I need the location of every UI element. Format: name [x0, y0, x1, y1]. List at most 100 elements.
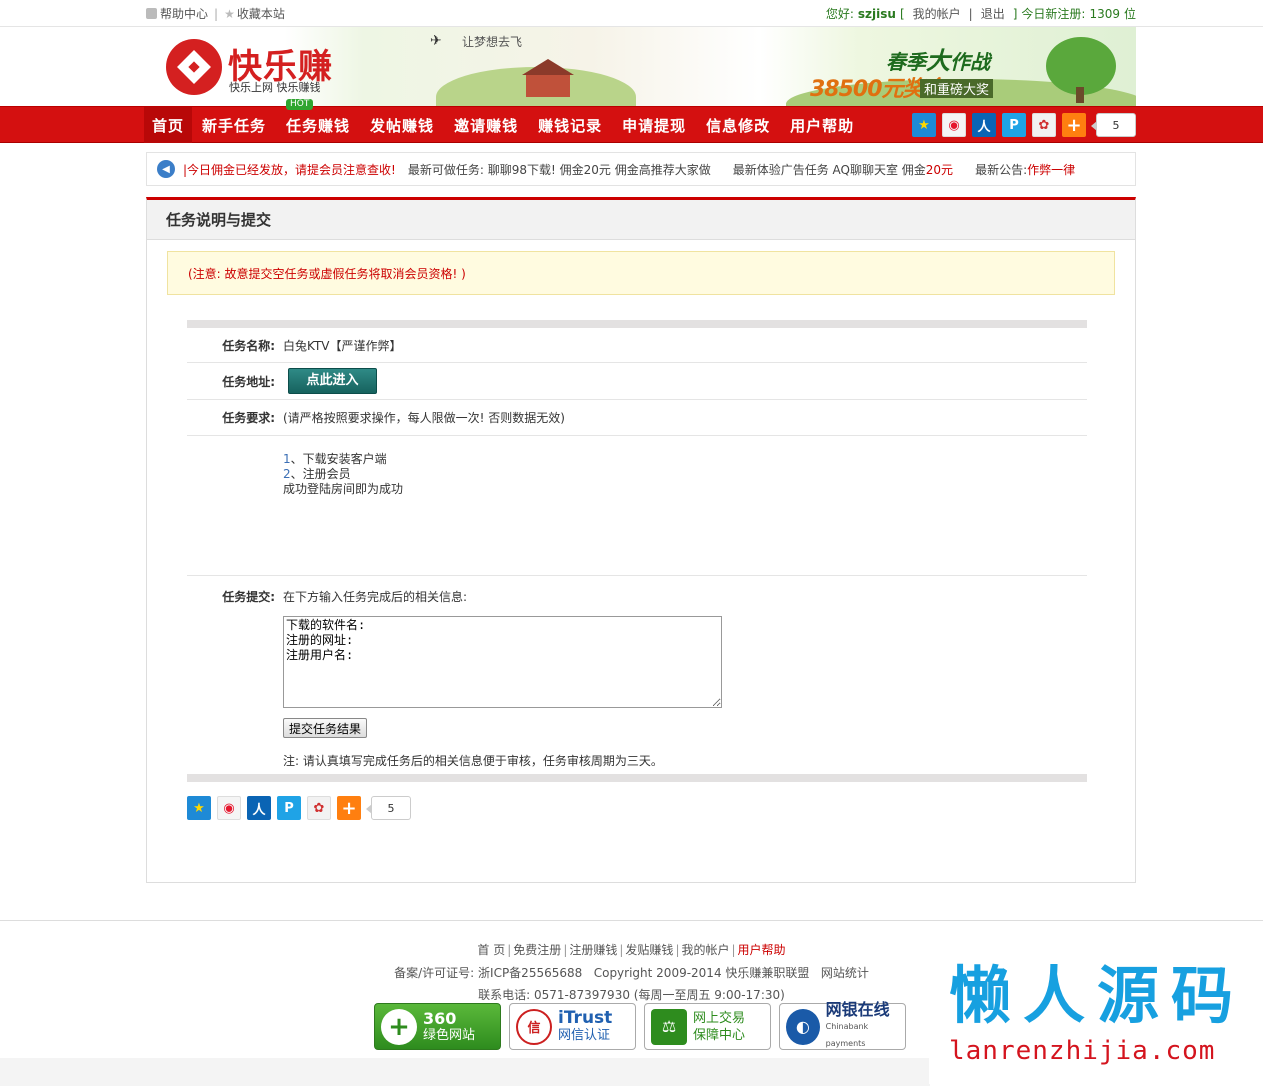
task-url-label: 任务地址: — [222, 374, 275, 389]
footer-link[interactable]: 首 页 — [477, 943, 505, 957]
header-banner: 快乐赚 快乐上网 快乐赚钱 ✈ 让梦想去飞 春季大作战 38500元奖金 和重磅… — [146, 27, 1136, 106]
task-submit-label: 任务提交: — [222, 590, 275, 604]
divider: | — [214, 6, 219, 21]
more-share-icon[interactable]: + — [1062, 113, 1086, 137]
task-detail-table: 任务名称: 白兔KTV【严谨作弊】 任务地址: 点此进入 任务要求: (请严格按… — [187, 320, 1087, 782]
task-result-textarea[interactable] — [283, 616, 722, 708]
star-icon: ★ — [224, 7, 235, 21]
favorite-link[interactable]: ★ 收藏本站 — [224, 5, 285, 22]
share-bar: ★ ◉ 人 P ✿ + 5 — [912, 113, 1136, 137]
bracket: [ — [899, 6, 905, 21]
footer-link[interactable]: 注册赚钱 — [569, 943, 617, 957]
qzone-share-icon[interactable]: ★ — [187, 796, 211, 820]
shield-icon: ⚖ — [651, 1008, 687, 1045]
share-bar: ★ ◉ 人 P ✿ + 5 — [187, 796, 411, 820]
hot-badge: HOT — [286, 99, 314, 110]
nav-item[interactable]: 任务赚钱 HOT — [276, 99, 360, 143]
renren-share-icon[interactable]: 人 — [972, 113, 996, 137]
qzone-share-icon[interactable]: ★ — [912, 113, 936, 137]
notice-item[interactable]: 最新体验广告任务 AQ聊聊天室 佣金20元 — [733, 161, 953, 178]
nav-item[interactable]: 信息修改 — [696, 107, 780, 143]
chinabank-icon: ◐ — [786, 1008, 820, 1045]
task-url-row: 任务地址: 点此进入 — [187, 363, 1087, 400]
weibo-share-icon[interactable]: ◉ — [942, 113, 966, 137]
help-icon — [146, 8, 157, 19]
divider: | — [968, 6, 973, 21]
bracket: ] — [1012, 6, 1018, 21]
speaker-icon: ◀ — [157, 160, 175, 178]
submit-note: 注: 请认真填写完成任务后的相关信息便于审核，任务审核周期为三天。 — [283, 754, 663, 768]
help-center-link[interactable]: 帮助中心 — [146, 5, 208, 22]
watermark-url: lanrenzhijia.com — [949, 1036, 1216, 1066]
tree-trunk-decoration — [1076, 87, 1084, 103]
task-panel: 任务说明与提交 (注意: 故意提交空任务或虚假任务将取消会员资格! ) 任务名称… — [146, 197, 1136, 883]
logout-link[interactable]: 退出 — [981, 5, 1005, 22]
more-share-icon[interactable]: + — [337, 796, 361, 820]
main-nav: 首页 新手任务 任务赚钱 HOT 发帖赚钱 邀请赚钱 赚钱记录 申请提现 信息修改 用户帮助 ★ … — [0, 99, 1263, 143]
enter-task-button[interactable]: 点此进入 — [288, 368, 377, 394]
today-register-unit: 位 — [1123, 7, 1136, 21]
badge-itrust[interactable]: 信 iTrust 网信认证 — [509, 1003, 636, 1050]
bottom-strip — [0, 1058, 930, 1086]
task-name-row: 任务名称: 白兔KTV【严谨作弊】 — [187, 328, 1087, 363]
task-submit-row: 任务提交: 在下方输入任务完成后的相关信息: 提交任务结果 注: 请认真填写完成… — [187, 576, 1087, 774]
badge-chinabank[interactable]: ◐ 网银在线 Chinabank payments — [779, 1001, 906, 1050]
icp-number: 备案/许可证号: 浙ICP备25565688 — [394, 966, 583, 980]
site-tagline: 快乐上网 快乐赚钱 — [229, 81, 321, 94]
my-account-link[interactable]: 我的帐户 — [913, 5, 961, 22]
house-decoration — [522, 59, 574, 97]
divider: | — [731, 943, 736, 957]
footer-link[interactable]: 发贴赚钱 — [625, 943, 673, 957]
task-requirement-value: (请严格按照要求操作，每人限做一次! 否则数据无效) — [283, 411, 565, 425]
tencent-share-icon[interactable]: ✿ — [1032, 113, 1056, 137]
slogan: 让梦想去飞 — [462, 35, 523, 49]
seal-icon: 信 — [516, 1008, 552, 1045]
tencent-weibo-share-icon[interactable]: P — [277, 796, 301, 820]
nav-item[interactable]: 新手任务 — [192, 107, 276, 143]
watermark: 懒人源码 lanrenzhijia.com — [929, 956, 1259, 1084]
task-requirement-label: 任务要求: — [222, 411, 275, 425]
notice-item[interactable]: 最新可做任务: 聊聊98下载! 佣金20元 佣金高推荐大家做 — [408, 161, 711, 178]
task-step: 成功登陆房间即为成功 — [283, 482, 404, 496]
submit-task-button[interactable]: 提交任务结果 — [283, 718, 368, 738]
notice-item[interactable]: 最新公告:作弊一律 — [975, 161, 1075, 178]
site-logo-icon[interactable] — [166, 39, 222, 95]
task-requirement-row: 任务要求: (请严格按照要求操作，每人限做一次! 否则数据无效) — [187, 400, 1087, 436]
submit-hint: 在下方输入任务完成后的相关信息: — [283, 590, 468, 604]
badge-360[interactable]: + 360 绿色网站 — [374, 1003, 501, 1050]
trust-badges: + 360 绿色网站 信 iTrust 网信认证 ⚖ 网上交易 保障中心 ◐ 网银在线… — [374, 1001, 906, 1050]
renren-share-icon[interactable]: 人 — [247, 796, 271, 820]
task-name-value: 白兔KTV【严谨作弊】 — [283, 338, 402, 353]
today-register-count: 1309 — [1089, 6, 1120, 21]
share-count: 5 — [1091, 113, 1136, 137]
nav-item[interactable]: 用户帮助 — [780, 107, 864, 143]
nav-item[interactable]: 发帖赚钱 — [360, 107, 444, 143]
divider: | — [507, 943, 512, 957]
footer-help-link[interactable]: 用户帮助 — [738, 943, 786, 957]
task-steps: 1、下载安装客户端 2、注册会员 成功登陆房间即为成功 — [187, 436, 1087, 576]
watermark-title: 懒人源码 — [949, 959, 1246, 1032]
nav-item[interactable]: 赚钱记录 — [528, 107, 612, 143]
nav-item[interactable]: 邀请赚钱 — [444, 107, 528, 143]
tencent-weibo-share-icon[interactable]: P — [1002, 113, 1026, 137]
footer-link[interactable]: 免费注册 — [513, 943, 561, 957]
today-register-label: 今日新注册: — [1021, 7, 1086, 21]
plus-icon: + — [381, 1008, 417, 1045]
tencent-share-icon[interactable]: ✿ — [307, 796, 331, 820]
site-stats-link[interactable]: 网站统计 — [821, 966, 869, 980]
page-title: 任务说明与提交 — [147, 200, 1135, 240]
nav-item[interactable]: 申请提现 — [612, 107, 696, 143]
badge-trade[interactable]: ⚖ 网上交易 保障中心 — [644, 1003, 771, 1050]
footer-link[interactable]: 我的帐户 — [681, 943, 729, 957]
weibo-share-icon[interactable]: ◉ — [217, 796, 241, 820]
divider: | — [675, 943, 680, 957]
task-step: 1、下载安装客户端 — [283, 452, 387, 466]
promo-extra: 和重磅大奖 — [920, 79, 994, 98]
site-header: 快乐赚 快乐上网 快乐赚钱 ✈ 让梦想去飞 春季大作战 38500元奖金 和重磅… — [0, 27, 1263, 106]
notice-item[interactable]: |今日佣金已经发放，请提会员注意查收! — [183, 161, 396, 178]
greeting-label: 您好: — [825, 7, 854, 21]
divider — [187, 320, 1087, 328]
top-bar: 帮助中心 | ★ 收藏本站 您好: szjisu [ 我的帐户 | 退出 ] 今日… — [0, 0, 1263, 27]
nav-item[interactable]: 首页 — [144, 107, 193, 143]
divider: | — [563, 943, 568, 957]
